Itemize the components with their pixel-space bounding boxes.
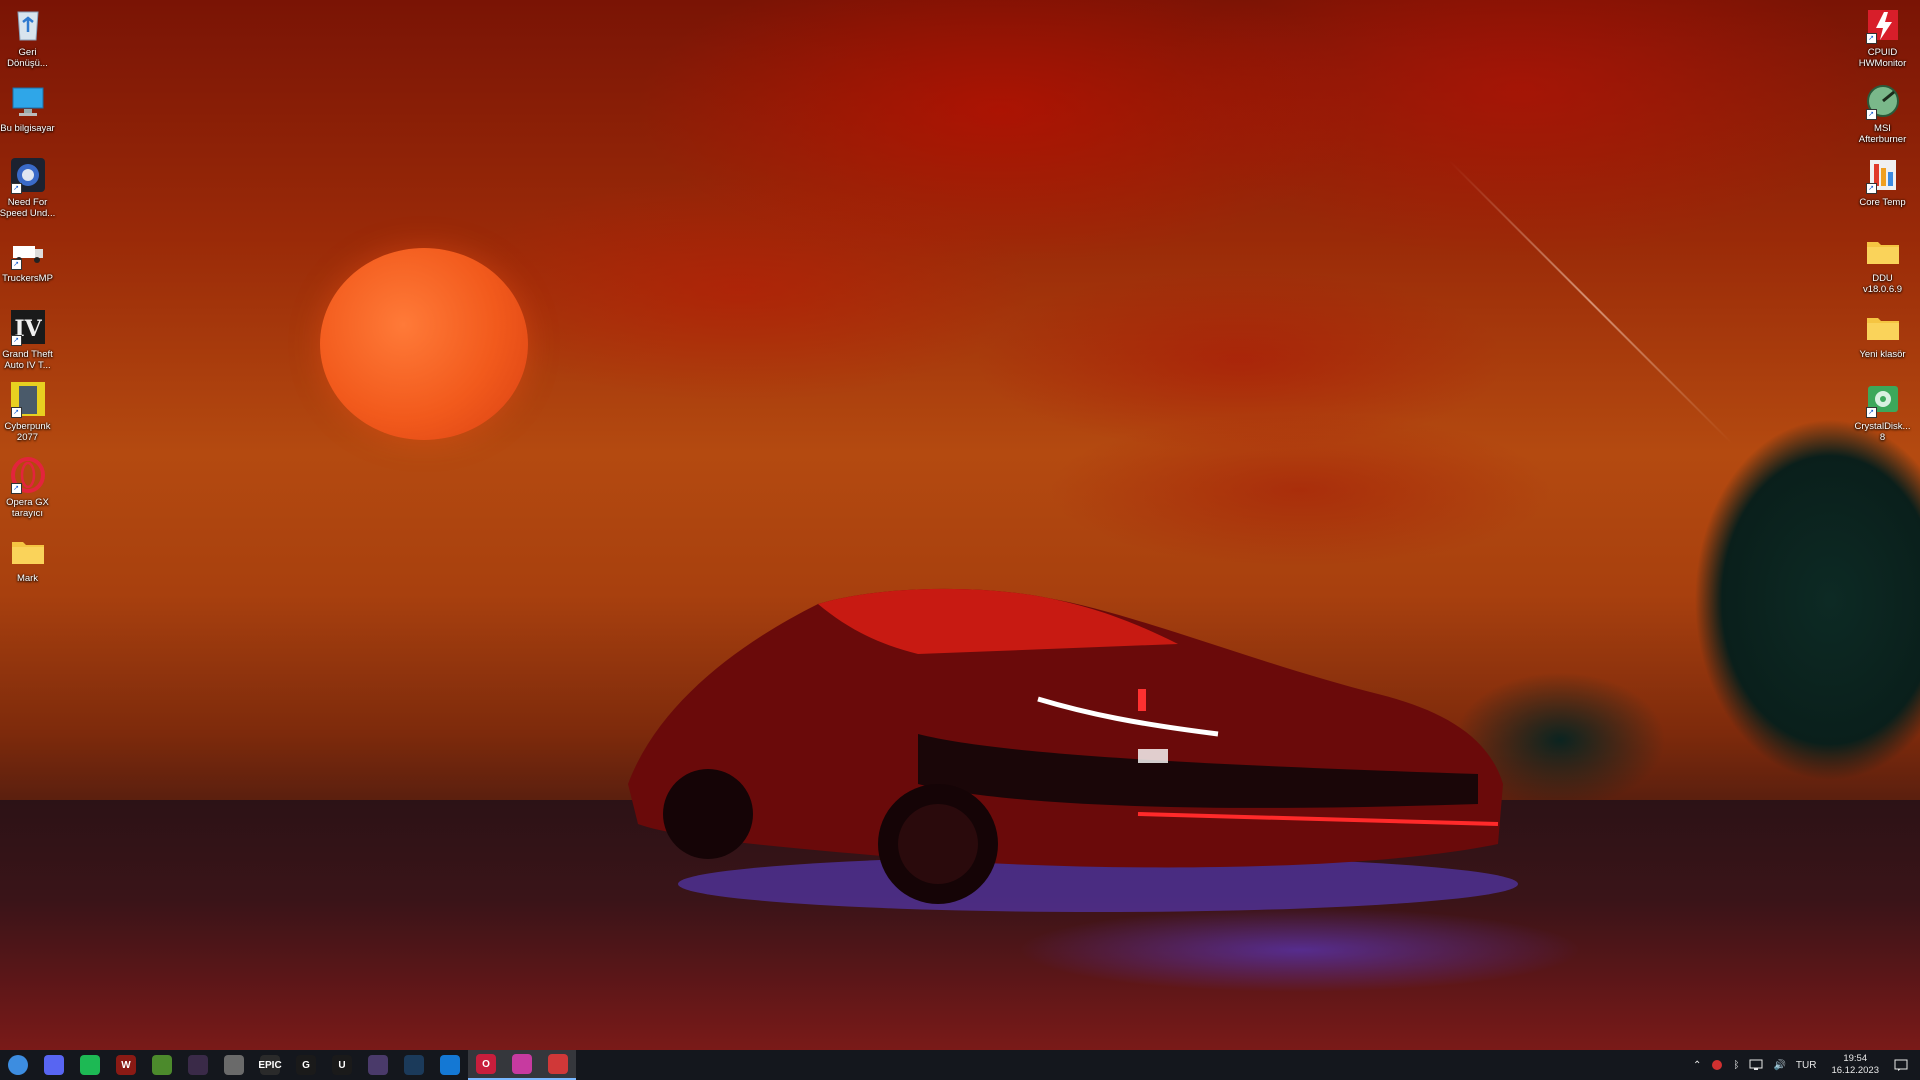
taskbar-button-opera-gx[interactable]: O xyxy=(468,1050,504,1080)
bluetooth-icon[interactable]: ᛒ xyxy=(1728,1050,1744,1080)
taskbar-button-snipping-tool[interactable] xyxy=(540,1050,576,1080)
taskbar-button-app-console[interactable] xyxy=(360,1050,396,1080)
need-for-speed-icon: ↗ xyxy=(9,156,47,194)
shortcut-arrow-icon: ↗ xyxy=(10,259,22,270)
shortcut-arrow-icon: ↗ xyxy=(1865,183,1877,194)
taskbar-button-witcher[interactable]: W xyxy=(108,1050,144,1080)
cyberpunk-icon: ↗ xyxy=(9,380,47,418)
gta-iv-icon: IV ↗ xyxy=(9,308,47,346)
spotify-icon xyxy=(80,1055,100,1075)
ubisoft-icon: U xyxy=(332,1055,352,1075)
taskbar-button-app-gray[interactable] xyxy=(216,1050,252,1080)
desktop-icon-hwmonitor[interactable]: ↗ CPUID HWMonitor xyxy=(1845,6,1920,69)
epic-games-icon: EPIC xyxy=(258,1055,282,1075)
desktop-icon-label: Geri Dönüşü... xyxy=(7,47,48,69)
snipping-tool-icon xyxy=(548,1054,568,1074)
desktop-icon-label: Core Temp xyxy=(1859,197,1906,208)
folder-icon xyxy=(9,532,47,570)
desktop-icon-label: CrystalDisk... 8 xyxy=(1854,421,1911,443)
desktop-icon-label: Mark xyxy=(16,573,39,584)
shortcut-arrow-icon: ↗ xyxy=(1865,109,1877,120)
desktop-icon-label: Yeni klasör xyxy=(1859,349,1906,360)
tray-overflow-chevron-icon[interactable]: ⌃ xyxy=(1688,1050,1706,1080)
notification-icon[interactable] xyxy=(1889,1050,1920,1080)
folder-icon xyxy=(1864,232,1902,270)
desktop-icon-yeni-klasor[interactable]: Yeni klasör xyxy=(1845,308,1920,360)
desktop-icon-truckersmp[interactable]: ↗ TruckersMP xyxy=(0,232,65,284)
opera-gx-icon: O xyxy=(476,1054,496,1074)
desktop-icon-label: DDU v18.0.6.9 xyxy=(1862,273,1903,295)
taskbar-button-ubisoft[interactable]: U xyxy=(324,1050,360,1080)
this-pc-icon xyxy=(9,82,47,120)
truckersmp-icon: ↗ xyxy=(9,232,47,270)
desktop-icon-label: Need For Speed Und... xyxy=(0,197,56,219)
taskbar-button-spotify[interactable] xyxy=(72,1050,108,1080)
shortcut-arrow-icon: ↗ xyxy=(10,407,22,418)
taskbar: W EPIC G U O ⌃ ᛒ 🔊 TUR 19:54 16.12.2023 xyxy=(0,1050,1920,1080)
desktop-icon-cyberpunk[interactable]: ↗ Cyberpunk 2077 xyxy=(0,380,65,443)
folder-icon xyxy=(1864,308,1902,346)
taskbar-button-minecraft-launcher[interactable] xyxy=(144,1050,180,1080)
taskbar-button-screenshot-tool[interactable] xyxy=(504,1050,540,1080)
car-wallpaper xyxy=(628,588,1518,912)
language-indicator[interactable]: TUR xyxy=(1791,1050,1822,1080)
opera-gx-icon: ↗ xyxy=(9,456,47,494)
shortcut-arrow-icon: ↗ xyxy=(10,335,22,346)
desktop-icon-this-pc[interactable]: Bu bilgisayar xyxy=(0,82,65,134)
app-gray-icon xyxy=(224,1055,244,1075)
shortcut-arrow-icon: ↗ xyxy=(1865,407,1877,418)
desktop-icon-label: MSI Afterburner xyxy=(1858,123,1907,145)
shortcut-arrow-icon: ↗ xyxy=(10,183,22,194)
minecraft-launcher-icon xyxy=(152,1055,172,1075)
desktop-icon-crystaldisk[interactable]: ↗ CrystalDisk... 8 xyxy=(1845,380,1920,443)
taskbar-apps: W EPIC G U O xyxy=(0,1050,576,1080)
core-temp-icon: ↗ xyxy=(1864,156,1902,194)
taskbar-button-epic-games[interactable]: EPIC xyxy=(252,1050,288,1080)
app-dark-icon xyxy=(188,1055,208,1075)
volume-icon[interactable]: 🔊 xyxy=(1768,1050,1790,1080)
shortcut-arrow-icon: ↗ xyxy=(1865,33,1877,44)
discord-icon xyxy=(44,1055,64,1075)
tray-app-icon[interactable] xyxy=(1706,1050,1728,1080)
desktop-icon-label: Bu bilgisayar xyxy=(0,123,55,134)
start-orb-icon xyxy=(8,1055,28,1075)
msi-afterburner-icon: ↗ xyxy=(1864,82,1902,120)
shortcut-arrow-icon: ↗ xyxy=(10,483,22,494)
desktop-icon-opera-gx[interactable]: ↗ Opera GX tarayıcı xyxy=(0,456,65,519)
desktop-icon-label: Grand Theft Auto IV T... xyxy=(2,349,53,371)
logitech-icon: G xyxy=(296,1055,316,1075)
taskbar-button-start-orb[interactable] xyxy=(0,1050,36,1080)
taskbar-button-logitech[interactable]: G xyxy=(288,1050,324,1080)
taskbar-button-steam[interactable] xyxy=(396,1050,432,1080)
crystaldisk-icon: ↗ xyxy=(1864,380,1902,418)
desktop-icon-core-temp[interactable]: ↗ Core Temp xyxy=(1845,156,1920,208)
desktop-icon-recycle-bin[interactable]: Geri Dönüşü... xyxy=(0,6,65,69)
desktop-icon-label: TruckersMP xyxy=(2,273,53,284)
desktop: Geri Dönüşü... Bu bilgisayar ↗ Need For … xyxy=(0,0,1920,1080)
desktop-icon-mark-folder[interactable]: Mark xyxy=(0,532,65,584)
clock-time: 19:54 xyxy=(1843,1053,1868,1064)
desktop-icon-msi-afterburner[interactable]: ↗ MSI Afterburner xyxy=(1845,82,1920,145)
clock-date: 16.12.2023 xyxy=(1831,1065,1879,1076)
desktop-icon-label: Opera GX tarayıcı xyxy=(6,497,49,519)
recycle-bin-icon xyxy=(9,6,47,44)
taskbar-button-discord[interactable] xyxy=(36,1050,72,1080)
desktop-icon-label: CPUID HWMonitor xyxy=(1858,47,1907,69)
desktop-icon-gta-iv[interactable]: IV ↗ Grand Theft Auto IV T... xyxy=(0,308,65,371)
desktop-icon-label: Cyberpunk 2077 xyxy=(4,421,51,443)
screenshot-tool-icon xyxy=(512,1054,532,1074)
hwmonitor-icon: ↗ xyxy=(1864,6,1902,44)
witcher-icon: W xyxy=(116,1055,136,1075)
taskbar-button-battlenet[interactable] xyxy=(432,1050,468,1080)
system-tray: ⌃ ᛒ 🔊 TUR 19:54 16.12.2023 xyxy=(1688,1050,1920,1080)
battlenet-icon xyxy=(440,1055,460,1075)
app-console-icon xyxy=(368,1055,388,1075)
desktop-icon-ddu-folder[interactable]: DDU v18.0.6.9 xyxy=(1845,232,1920,295)
desktop-icon-need-for-speed[interactable]: ↗ Need For Speed Und... xyxy=(0,156,65,219)
taskbar-button-app-dark[interactable] xyxy=(180,1050,216,1080)
network-icon[interactable] xyxy=(1744,1050,1768,1080)
moon-wallpaper xyxy=(320,248,528,440)
steam-icon xyxy=(404,1055,424,1075)
clock[interactable]: 19:54 16.12.2023 xyxy=(1821,1053,1889,1077)
